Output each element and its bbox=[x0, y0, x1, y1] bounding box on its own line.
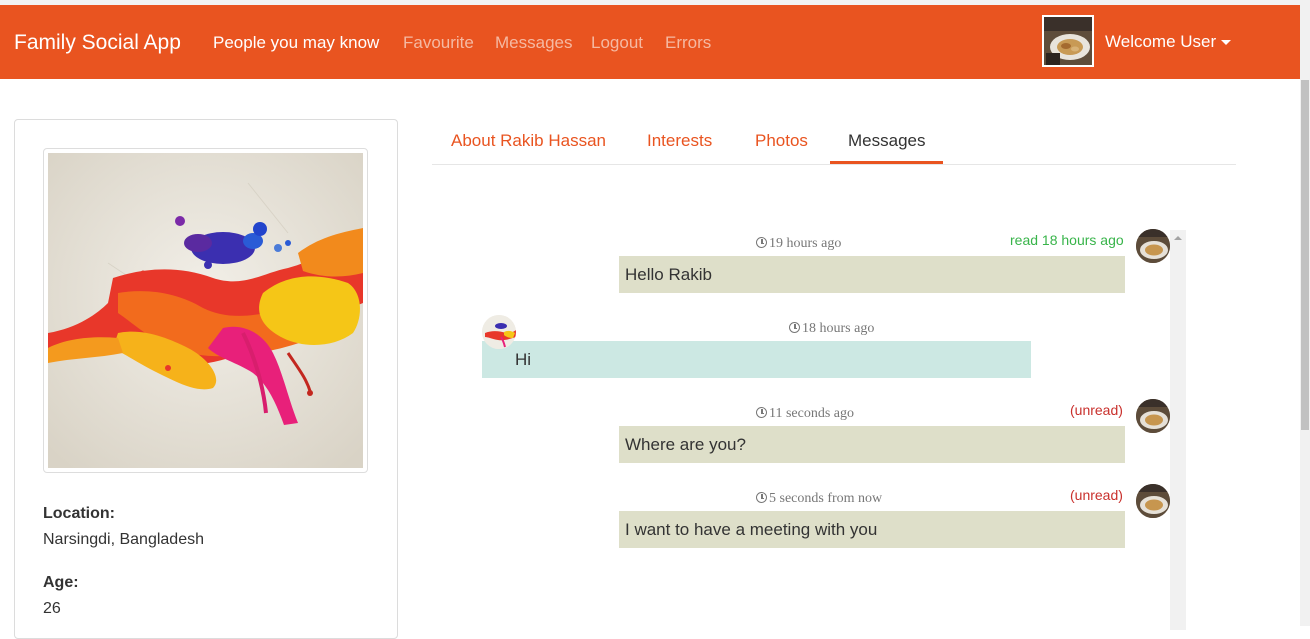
clock-icon bbox=[756, 492, 767, 503]
nav-people-you-may-know[interactable]: People you may know bbox=[213, 33, 379, 53]
page-scrollbar-thumb[interactable] bbox=[1301, 80, 1309, 430]
user-avatar[interactable] bbox=[1042, 15, 1094, 67]
contact-avatar[interactable] bbox=[482, 315, 516, 349]
tab-photos[interactable]: Photos bbox=[755, 131, 808, 151]
paint-splash-icon bbox=[482, 315, 516, 349]
profile-photo bbox=[43, 148, 368, 473]
food-photo-icon bbox=[1136, 484, 1170, 518]
food-photo-icon bbox=[1136, 399, 1170, 433]
location-label: Location: bbox=[43, 505, 115, 522]
nav-errors[interactable]: Errors bbox=[665, 33, 711, 53]
clock-icon bbox=[756, 407, 767, 418]
message-bubble: Hello Rakib bbox=[619, 256, 1125, 293]
message-time: 18 hours ago bbox=[789, 321, 874, 337]
message-status: (unread) bbox=[1070, 402, 1123, 418]
messages-scrollbar[interactable] bbox=[1170, 230, 1186, 630]
nav-logout[interactable]: Logout bbox=[591, 33, 643, 53]
user-menu-toggle[interactable]: Welcome User bbox=[1105, 32, 1232, 52]
tab-messages[interactable]: Messages bbox=[848, 131, 925, 151]
food-photo-icon bbox=[1136, 229, 1170, 263]
navbar: Family Social App People you may know Fa… bbox=[0, 5, 1300, 79]
sender-avatar[interactable] bbox=[1136, 484, 1170, 518]
nav-messages[interactable]: Messages bbox=[495, 33, 572, 53]
location-value: Narsingdi, Bangladesh bbox=[43, 531, 204, 548]
sender-avatar[interactable] bbox=[1136, 399, 1170, 433]
message-status: read 18 hours ago bbox=[1010, 232, 1124, 248]
profile-tabs: About Rakib Hassan Interests Photos Mess… bbox=[432, 120, 1236, 165]
message-status: (unread) bbox=[1070, 487, 1123, 503]
paint-splash-image bbox=[48, 153, 363, 468]
tab-about[interactable]: About Rakib Hassan bbox=[451, 131, 606, 151]
nav-favourite[interactable]: Favourite bbox=[403, 33, 474, 53]
active-tab-indicator bbox=[830, 161, 943, 164]
food-photo-icon bbox=[1044, 17, 1092, 65]
scroll-up-arrow-icon[interactable] bbox=[1174, 236, 1182, 240]
message-time: 5 seconds from now bbox=[756, 491, 882, 507]
profile-card: Location: Narsingdi, Bangladesh Age: 26 bbox=[14, 119, 398, 639]
clock-icon bbox=[789, 322, 800, 333]
message-bubble: I want to have a meeting with you bbox=[619, 511, 1125, 548]
brand-link[interactable]: Family Social App bbox=[14, 31, 181, 55]
age-value: 26 bbox=[43, 600, 61, 617]
message-time: 19 hours ago bbox=[756, 236, 841, 252]
age-label: Age: bbox=[43, 574, 79, 591]
clock-icon bbox=[756, 237, 767, 248]
message-time: 11 seconds ago bbox=[756, 406, 854, 422]
tab-interests[interactable]: Interests bbox=[647, 131, 712, 151]
sender-avatar[interactable] bbox=[1136, 229, 1170, 263]
welcome-text: Welcome User bbox=[1105, 32, 1217, 51]
message-bubble: Hi bbox=[482, 341, 1031, 378]
page-scrollbar[interactable] bbox=[1300, 0, 1310, 626]
message-bubble: Where are you? bbox=[619, 426, 1125, 463]
caret-down-icon bbox=[1221, 40, 1232, 46]
